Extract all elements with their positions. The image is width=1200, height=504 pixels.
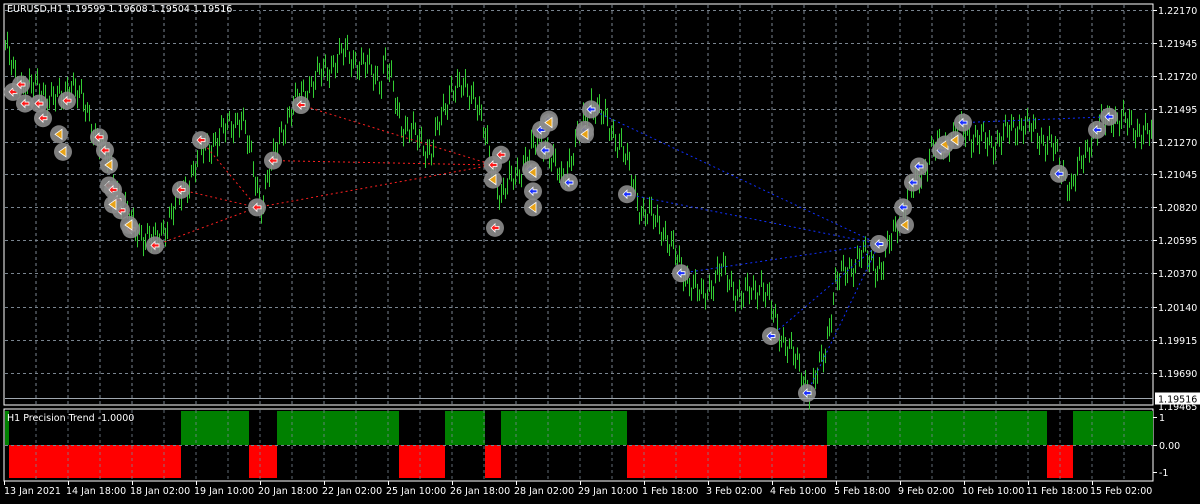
price-tick-label: 1.20595 xyxy=(1158,236,1197,247)
sell-signal-marker xyxy=(264,151,282,170)
buy-signal-marker xyxy=(1100,107,1118,126)
buy-signal-marker xyxy=(560,173,578,192)
trend-down-segment xyxy=(627,445,827,478)
price-tick-label: 1.21945 xyxy=(1158,39,1197,50)
time-tick-label: 1 Feb 18:00 xyxy=(642,486,698,497)
sell-signal-marker xyxy=(492,145,510,164)
sell-signal-marker xyxy=(34,109,52,128)
time-tick-label: 10 Feb 10:00 xyxy=(962,486,1024,497)
buy-signal-marker xyxy=(954,113,972,132)
price-tick-label: 1.20140 xyxy=(1158,303,1197,314)
indicator-scale-label: 0.00 xyxy=(1159,441,1180,452)
sell-signal-marker xyxy=(248,198,266,217)
exit-signal-marker xyxy=(896,215,914,234)
price-tick-label: 1.19915 xyxy=(1158,336,1197,347)
price-tick-label: 1.21270 xyxy=(1158,138,1197,149)
time-tick-label: 29 Jan 10:00 xyxy=(578,486,638,497)
price-tick-label: 1.20370 xyxy=(1158,269,1197,280)
exit-signal-marker xyxy=(120,215,138,234)
indicator-scale-label: 1 xyxy=(1159,413,1165,424)
buy-signal-marker xyxy=(524,182,542,201)
exit-signal-marker xyxy=(524,163,542,182)
sell-signal-marker xyxy=(58,91,76,110)
exit-signal-marker xyxy=(54,142,72,161)
time-tick-label: 4 Feb 10:00 xyxy=(770,486,826,497)
price-chart[interactable]: 1.22170 1.21945 1.21720 1.21495 1.21270 1.210… xyxy=(0,0,1200,500)
price-tick-label: 1.19690 xyxy=(1158,369,1197,380)
exit-signal-marker xyxy=(50,125,68,144)
trend-down-segment xyxy=(399,445,445,478)
buy-signal-marker xyxy=(618,185,636,204)
exit-signal-marker xyxy=(576,125,594,144)
time-tick-label: 9 Feb 02:00 xyxy=(898,486,954,497)
time-tick-label: 3 Feb 02:00 xyxy=(706,486,762,497)
buy-signal-marker xyxy=(798,384,816,403)
time-tick-label: 19 Jan 10:00 xyxy=(194,486,254,497)
trend-up-segment xyxy=(1073,411,1153,445)
price-tick-label: 1.21045 xyxy=(1158,170,1197,181)
sell-signal-marker xyxy=(486,218,504,237)
time-tick-label: 13 Jan 2021 xyxy=(4,486,61,497)
chart-title: EURUSD,H1 1.19599 1.19608 1.19504 1.1951… xyxy=(7,4,233,15)
trend-up-segment xyxy=(827,411,1047,445)
exit-signal-marker xyxy=(540,113,558,132)
sell-signal-marker xyxy=(146,236,164,255)
trend-up-segment xyxy=(277,411,399,445)
time-tick-label: 5 Feb 18:00 xyxy=(834,486,890,497)
buy-signal-marker xyxy=(762,327,780,346)
current-price-label: 1.19516 xyxy=(1158,395,1197,406)
exit-signal-marker xyxy=(484,170,502,189)
buy-signal-marker xyxy=(910,157,928,176)
sell-signal-marker xyxy=(12,75,30,94)
price-tick-label: 1.21720 xyxy=(1158,72,1197,83)
buy-signal-marker xyxy=(672,264,690,283)
time-tick-label: 20 Jan 18:00 xyxy=(258,486,318,497)
trend-down-segment xyxy=(9,445,181,478)
buy-signal-marker xyxy=(536,141,554,160)
trend-up-segment xyxy=(445,411,485,445)
buy-signal-marker xyxy=(582,100,600,119)
sell-signal-marker xyxy=(192,131,210,150)
exit-signal-marker xyxy=(946,131,964,150)
exit-signal-marker xyxy=(100,155,118,174)
time-tick-label: 11 Feb 18:00 xyxy=(1026,486,1088,497)
trend-up-segment xyxy=(501,411,627,445)
indicator-scale-label: -1 xyxy=(1159,468,1168,479)
trend-up-segment xyxy=(181,411,249,445)
mt-chart-window[interactable]: 1.22170 1.21945 1.21720 1.21495 1.21270 1.210… xyxy=(0,0,1200,500)
time-tick-label: 26 Jan 18:00 xyxy=(450,486,510,497)
trend-down-segment xyxy=(485,445,501,478)
buy-signal-marker xyxy=(904,173,922,192)
price-tick-label: 1.20820 xyxy=(1158,203,1197,214)
indicator-title: H1 Precision Trend -1.0000 xyxy=(7,413,135,424)
time-tick-label: 14 Jan 18:00 xyxy=(66,486,126,497)
exit-signal-marker xyxy=(104,195,122,214)
time-tick-label: 22 Jan 02:00 xyxy=(322,486,382,497)
price-tick-label: 1.22170 xyxy=(1158,6,1197,17)
buy-signal-marker xyxy=(870,234,888,253)
trend-down-segment xyxy=(249,445,277,478)
main-chart-frame xyxy=(3,3,1154,406)
time-tick-label: 28 Jan 02:00 xyxy=(514,486,574,497)
price-tick-label: 1.21495 xyxy=(1158,105,1197,116)
buy-signal-marker xyxy=(894,198,912,217)
sell-signal-marker xyxy=(172,180,190,199)
trend-down-segment xyxy=(1047,445,1073,478)
time-tick-label: 15 Feb 02:00 xyxy=(1090,486,1152,497)
exit-signal-marker xyxy=(524,198,542,217)
sell-signal-marker xyxy=(292,96,310,115)
buy-signal-marker xyxy=(1050,164,1068,183)
time-tick-label: 18 Jan 02:00 xyxy=(130,486,190,497)
time-tick-label: 25 Jan 10:00 xyxy=(386,486,446,497)
